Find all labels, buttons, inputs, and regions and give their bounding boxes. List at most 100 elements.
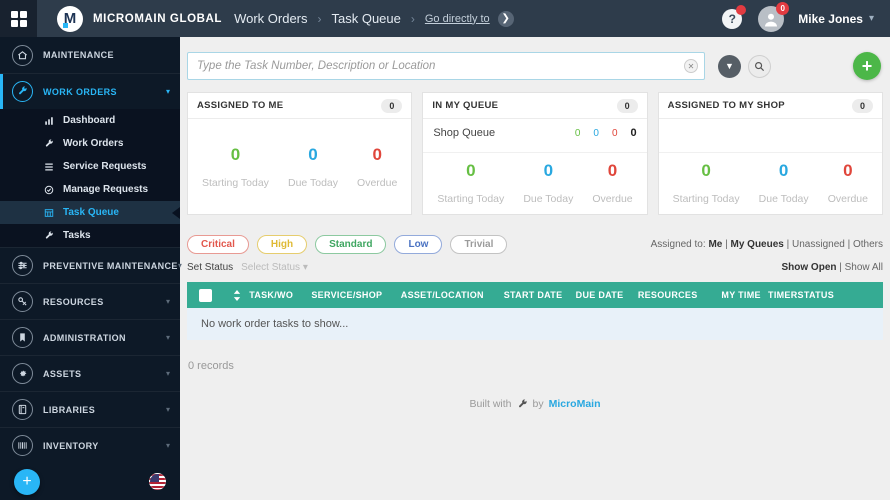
priority-trivial-button[interactable]: Trivial xyxy=(450,235,508,254)
column-my-time[interactable]: MY TIME xyxy=(721,290,768,300)
sort-icon[interactable] xyxy=(224,289,249,301)
notification-badge: 0 xyxy=(776,1,790,15)
card-title: IN MY QUEUE xyxy=(432,100,499,111)
sidebar-item-label: Manage Requests xyxy=(63,184,149,195)
queue-total-count: 0 xyxy=(630,127,637,139)
sliders-icon xyxy=(12,255,33,276)
queue-row-shop-queue[interactable]: Shop Queue 0 0 0 0 xyxy=(423,119,646,139)
breadcrumb-work-orders[interactable]: Work Orders xyxy=(234,11,307,26)
stat-due-today: 0 Due Today xyxy=(523,161,574,205)
stat-starting-today: 0 Starting Today xyxy=(672,161,740,205)
select-status-dropdown[interactable]: Select Status ▾ xyxy=(241,262,308,273)
sidebar-add-button[interactable]: + xyxy=(14,468,40,495)
assigned-my-queues-link[interactable]: My Queues xyxy=(731,239,784,250)
sidebar-item-service-requests[interactable]: Service Requests xyxy=(0,155,180,178)
chevron-down-icon: ▾ xyxy=(165,405,170,414)
show-open-link[interactable]: Show Open xyxy=(781,262,836,273)
search-row: ✕ ▼ + xyxy=(187,46,883,86)
wrench-icon xyxy=(518,399,527,407)
sidebar-item-label: Tasks xyxy=(63,230,91,241)
chevron-right-icon: › xyxy=(410,11,415,26)
by-text: by xyxy=(532,398,544,410)
search-button[interactable] xyxy=(748,54,771,78)
user-menu[interactable]: Mike Jones ▾ xyxy=(798,12,874,26)
sidebar-item-dashboard[interactable]: Dashboard xyxy=(0,109,180,132)
column-asset-location[interactable]: ASSET/LOCATION xyxy=(401,290,504,300)
card-count-badge: 0 xyxy=(616,98,638,113)
list-icon xyxy=(45,162,53,171)
assigned-others-link[interactable]: Others xyxy=(853,239,883,250)
sidebar-item-label: LIBRARIES xyxy=(43,404,96,415)
select-all-checkbox[interactable] xyxy=(198,288,212,302)
stat-overdue: 0 Overdue xyxy=(357,144,398,189)
card-assigned-to-me: ASSIGNED TO ME 0 0 Starting Today 0 Due … xyxy=(187,92,413,215)
queue-overdue-count: 0 xyxy=(611,127,618,139)
sidebar-item-label: ADMINISTRATION xyxy=(43,332,126,343)
go-directly-button[interactable]: ❯ xyxy=(497,10,514,27)
language-flag-icon[interactable] xyxy=(149,473,166,490)
sidebar-item-maintenance[interactable]: MAINTENANCE xyxy=(0,37,180,73)
sidebar-item-manage-requests[interactable]: Manage Requests xyxy=(0,178,180,201)
chevron-down-icon: ▾ xyxy=(165,333,170,342)
sidebar-item-administration[interactable]: ADMINISTRATION ▾ xyxy=(0,319,180,355)
card-title: ASSIGNED TO ME xyxy=(197,100,284,111)
priority-filters: Critical High Standard Low Trivial xyxy=(187,235,508,254)
priority-standard-button[interactable]: Standard xyxy=(315,235,387,254)
work-orders-submenu: Dashboard Work Orders Service Requests M… xyxy=(0,109,180,247)
add-task-button[interactable]: + xyxy=(853,52,881,80)
go-directly-link[interactable]: Go directly to xyxy=(425,13,490,25)
sidebar-item-task-queue[interactable]: Task Queue xyxy=(0,201,180,224)
column-start-date[interactable]: START DATE xyxy=(504,290,576,300)
priority-low-button[interactable]: Low xyxy=(394,235,443,254)
stat-overdue: 0 Overdue xyxy=(592,161,633,205)
card-assigned-to-my-shop: ASSIGNED TO MY SHOP 0 0 Starting Today 0… xyxy=(657,92,883,215)
queue-starting-count: 0 xyxy=(574,127,581,139)
priority-high-button[interactable]: High xyxy=(256,235,308,254)
table-icon xyxy=(44,208,54,217)
clear-search-button[interactable]: ✕ xyxy=(684,59,698,73)
show-all-link[interactable]: Show All xyxy=(845,262,883,273)
bar-chart-icon xyxy=(45,116,53,125)
column-status[interactable]: STATUS xyxy=(798,290,884,300)
column-service-shop[interactable]: SERVICE/SHOP xyxy=(311,290,400,300)
brand-name: MICROMAIN GLOBAL xyxy=(93,12,223,25)
search-input[interactable] xyxy=(187,52,705,80)
topbar-right: ? 0 Mike Jones ▾ xyxy=(722,1,890,32)
breadcrumb-task-queue[interactable]: Task Queue xyxy=(332,11,401,26)
book-icon xyxy=(12,399,33,420)
card-count-badge: 0 xyxy=(851,98,873,113)
wrench-icon xyxy=(45,230,53,239)
sidebar-item-work-orders[interactable]: WORK ORDERS ▾ xyxy=(0,73,180,109)
records-count: 0 records xyxy=(188,360,234,372)
sidebar: MAINTENANCE WORK ORDERS ▾ Dashboard Work… xyxy=(0,37,182,500)
sidebar-item-resources[interactable]: RESOURCES ▾ xyxy=(0,283,180,319)
queue-name: Shop Queue xyxy=(433,127,496,139)
chevron-down-icon: ▾ xyxy=(868,13,874,24)
priority-critical-button[interactable]: Critical xyxy=(187,235,249,254)
sidebar-item-tasks[interactable]: Tasks xyxy=(0,224,180,247)
wrench-icon xyxy=(12,81,33,102)
empty-state-message: No work order tasks to show... xyxy=(187,308,883,340)
card-title: ASSIGNED TO MY SHOP xyxy=(667,100,785,111)
column-resources[interactable]: RESOURCES xyxy=(638,290,722,300)
sidebar-item-inventory[interactable]: INVENTORY ▾ xyxy=(0,427,180,463)
assigned-to-filter: Assigned to: Me | My Queues | Unassigned… xyxy=(650,239,883,250)
column-task-wo[interactable]: TASK/WO xyxy=(249,290,311,300)
filter-row: Critical High Standard Low Trivial Assig… xyxy=(187,235,883,254)
help-button[interactable]: ? xyxy=(722,4,747,29)
column-timer[interactable]: TIMER xyxy=(768,290,798,300)
assigned-unassigned-link[interactable]: Unassigned xyxy=(792,239,845,250)
column-due-date[interactable]: DUE DATE xyxy=(576,290,638,300)
sidebar-item-label: WORK ORDERS xyxy=(43,86,117,97)
sidebar-item-work-orders-child[interactable]: Work Orders xyxy=(0,132,180,155)
key-icon xyxy=(12,291,33,312)
apps-menu-button[interactable] xyxy=(0,0,37,37)
assigned-me-link[interactable]: Me xyxy=(708,239,722,250)
filter-toggle-button[interactable]: ▼ xyxy=(718,54,741,78)
user-avatar[interactable]: 0 xyxy=(758,1,790,32)
sidebar-item-preventive-maintenance[interactable]: PREVENTIVE MAINTENANCE ▾ xyxy=(0,247,182,283)
sidebar-item-assets[interactable]: ASSETS ▾ xyxy=(0,355,180,391)
page-footer: Built with by MicroMain xyxy=(187,398,883,410)
micromain-link[interactable]: MicroMain xyxy=(549,398,601,410)
sidebar-item-libraries[interactable]: LIBRARIES ▾ xyxy=(0,391,180,427)
